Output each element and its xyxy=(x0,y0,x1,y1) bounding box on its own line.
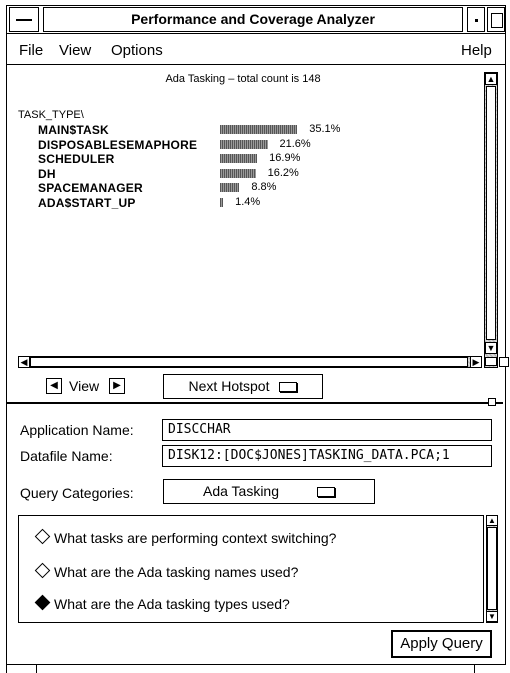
title-bar: Performance and Coverage Analyzer xyxy=(7,6,505,34)
query-categories-label: Query Categories: xyxy=(20,485,134,501)
menu-view[interactable]: View xyxy=(59,42,91,59)
query-text: What tasks are performing context switch… xyxy=(54,530,337,546)
datafile-name-label: Datafile Name: xyxy=(20,448,113,464)
scroll-right-arrow[interactable]: ▶ xyxy=(470,356,482,368)
query-scroll-thumb[interactable] xyxy=(487,527,497,610)
query-option-1[interactable]: What tasks are performing context switch… xyxy=(34,528,337,546)
row-name: SCHEDULER xyxy=(38,152,115,167)
histogram-row[interactable]: DISPOSABLESEMAPHORE 21.6% xyxy=(38,138,478,152)
row-percent: 16.2% xyxy=(267,166,299,179)
frame-tick xyxy=(474,665,475,673)
histogram-plot: Ada Tasking – total count is 148 TASK_TY… xyxy=(18,70,488,370)
plot-title: Ada Tasking – total count is 148 xyxy=(165,73,321,85)
row-bar xyxy=(220,198,224,207)
row-percent: 1.4% xyxy=(235,196,261,208)
minimize-button[interactable] xyxy=(467,7,485,32)
scroll-left-arrow[interactable]: ◀ xyxy=(18,356,30,368)
radio-diamond-icon xyxy=(34,562,51,579)
query-categories-select[interactable]: Ada Tasking xyxy=(163,479,375,504)
menu-file[interactable]: File xyxy=(19,42,43,59)
histogram-row[interactable]: MAIN$TASK 35.1% xyxy=(38,123,478,137)
radio-diamond-selected-icon xyxy=(34,594,51,611)
row-bar xyxy=(220,139,268,149)
histogram-row[interactable]: SCHEDULER 16.9% xyxy=(38,152,478,166)
row-percent: 21.6% xyxy=(279,137,311,150)
group-label: TASK_TYPE\ xyxy=(18,109,84,121)
view-label: View xyxy=(69,378,100,394)
query-option-3[interactable]: What are the Ada tasking types used? xyxy=(34,594,290,612)
row-percent: 8.8% xyxy=(251,181,277,194)
histogram-row[interactable]: ADA$START_UP 1.4% xyxy=(38,196,478,210)
row-name: DISPOSABLESEMAPHORE xyxy=(38,137,198,152)
datafile-name-field[interactable]: DISK12:[DOC$JONES]TASKING_DATA.PCA;1 xyxy=(162,445,492,467)
pane-separator xyxy=(7,402,503,404)
menu-options[interactable]: Options xyxy=(111,42,163,59)
row-percent: 35.1% xyxy=(309,123,341,135)
row-name: DH xyxy=(38,166,56,181)
scroll-corner xyxy=(485,357,497,366)
maximize-button[interactable] xyxy=(487,7,505,32)
row-percent: 16.9% xyxy=(269,152,301,165)
frame-tick xyxy=(6,665,7,673)
scroll-up-arrow[interactable]: ▲ xyxy=(485,73,497,85)
row-bar xyxy=(220,125,298,134)
query-scroll-up-arrow[interactable]: ▲ xyxy=(486,515,498,526)
view-prev-arrow[interactable]: ◀ xyxy=(46,378,62,394)
sash-handle[interactable] xyxy=(488,398,496,406)
radio-diamond-icon xyxy=(34,528,51,545)
horizontal-scroll-thumb[interactable] xyxy=(30,357,468,367)
row-bar xyxy=(220,154,258,164)
application-name-label: Application Name: xyxy=(20,422,134,438)
query-scroll-down-arrow[interactable]: ▼ xyxy=(486,611,498,622)
query-list: What tasks are performing context switch… xyxy=(18,515,484,623)
row-name: SPACEMANAGER xyxy=(38,181,143,196)
vertical-scroll-thumb[interactable] xyxy=(486,86,496,340)
menu-help[interactable]: Help xyxy=(461,42,492,59)
next-hotspot-button[interactable]: Next Hotspot xyxy=(163,374,323,399)
query-text: What are the Ada tasking types used? xyxy=(54,596,290,612)
view-next-arrow[interactable]: ▶ xyxy=(109,378,125,394)
option-menu-indicator-icon xyxy=(317,487,335,498)
frame-tick xyxy=(36,665,37,673)
resize-handle[interactable] xyxy=(499,357,509,367)
row-name: MAIN$TASK xyxy=(38,123,109,137)
row-bar xyxy=(220,183,240,193)
query-text: What are the Ada tasking names used? xyxy=(54,564,299,580)
row-bar xyxy=(220,168,256,178)
apply-query-button[interactable]: Apply Query xyxy=(391,630,492,658)
scroll-down-arrow[interactable]: ▼ xyxy=(485,342,497,354)
application-name-field[interactable]: DISCCHAR xyxy=(162,419,492,441)
window-menu-button[interactable] xyxy=(9,7,39,32)
option-menu-indicator-icon xyxy=(279,382,298,393)
menu-bar: File View Options Help xyxy=(7,35,505,65)
row-name: ADA$START_UP xyxy=(38,196,136,210)
query-option-2[interactable]: What are the Ada tasking names used? xyxy=(34,562,299,580)
window-title: Performance and Coverage Analyzer xyxy=(43,7,463,32)
histogram-row[interactable]: SPACEMANAGER 8.8% xyxy=(38,181,478,195)
query-categories-value: Ada Tasking xyxy=(202,483,279,499)
histogram-row[interactable]: DH 16.2% xyxy=(38,167,478,181)
next-hotspot-label: Next Hotspot xyxy=(188,378,270,394)
